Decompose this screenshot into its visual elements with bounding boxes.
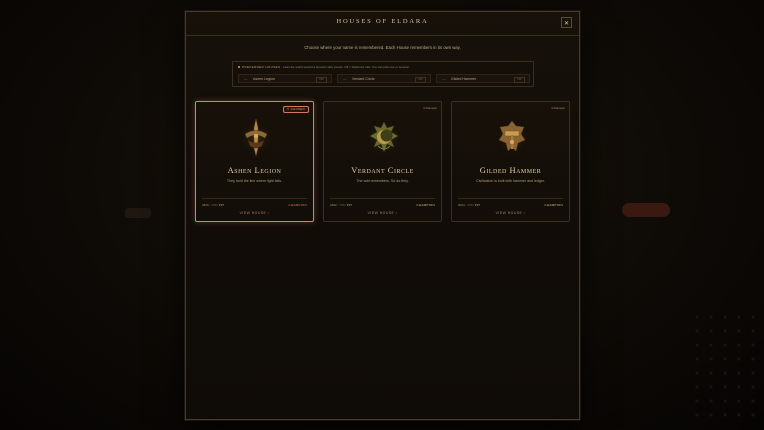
divider	[458, 198, 563, 199]
modal-title: Houses of Eldara	[336, 18, 429, 25]
view-house-link[interactable]: VIEW HOUSE ›	[196, 211, 313, 215]
bullet-icon	[238, 66, 240, 69]
pref-status-badge: OFF	[513, 77, 525, 83]
view-house-link[interactable]: VIEW HOUSE ›	[324, 211, 441, 215]
points-unit: PLT	[474, 203, 480, 207]
pref-label: Verdant Circle	[352, 77, 375, 82]
house-tier: CHAMPION	[416, 203, 435, 207]
sword-crest-icon	[237, 118, 275, 157]
house-points: 3024 / 6350 PLT	[458, 203, 480, 207]
preferred-houses-label: PREFERRED HOUSES · Lean the world toward…	[238, 65, 409, 69]
modal-header: Houses of Eldara ✕	[186, 12, 579, 36]
preferred-houses-key: PREFERRED HOUSES	[242, 65, 281, 69]
chosen-badge: ✦ CHOSEN	[282, 106, 309, 113]
house-name: Ashen Legion	[227, 165, 282, 175]
pref-toggle-ashen-legion[interactable]: — Ashen Legion OFF	[238, 74, 332, 83]
pref-toggle-verdant-circle[interactable]: — Verdant Circle OFF	[337, 74, 431, 83]
house-motto: The wild remembers. So do they.	[356, 179, 409, 183]
background-decor	[125, 208, 151, 218]
house-points: 3482 / 6350 PLT	[330, 203, 352, 207]
champion-count: 4 champion	[551, 107, 565, 110]
pref-status-badge: OFF	[315, 77, 327, 83]
preferred-houses-hint: · Lean the world toward a House's side e…	[281, 65, 410, 69]
background-button-shadow	[622, 203, 670, 217]
points-value: 3826	[202, 203, 209, 207]
houses-modal: Houses of Eldara ✕ Choose where your nam…	[185, 11, 580, 420]
hammer-crest-icon	[493, 119, 531, 157]
house-name: Verdant Circle	[351, 165, 414, 175]
points-unit: PLT	[346, 203, 352, 207]
house-card-ashen-legion[interactable]: ✦ CHOSEN Ashen Legion They hold the line…	[195, 101, 314, 222]
house-motto: They hold the line where light fails.	[226, 179, 283, 183]
points-value: 3482	[330, 203, 337, 207]
view-house-link[interactable]: VIEW HOUSE ›	[452, 211, 569, 215]
modal-subtitle: Choose where your name is remembered. Ea…	[304, 45, 461, 50]
background-pattern	[690, 310, 760, 420]
points-max: / 6350	[465, 203, 474, 207]
preferred-houses-panel: PREFERRED HOUSES · Lean the world toward…	[232, 61, 534, 87]
pref-toggle-gilded-hammer[interactable]: — Gilded Hammer OFF	[436, 74, 530, 83]
divider	[202, 198, 307, 199]
moon-crest-icon	[365, 119, 403, 157]
points-max: / 6350	[337, 203, 346, 207]
house-points: 3826 / 6350 PLT	[202, 203, 224, 207]
divider	[330, 198, 435, 199]
house-card-verdant-circle[interactable]: 3 champion Verdant Circle The wild remem…	[323, 101, 442, 222]
house-name: Gilded Hammer	[479, 165, 542, 175]
pref-label: Gilded Hammer	[451, 77, 477, 82]
house-tier: CHAMPION	[288, 203, 307, 207]
champion-count: 3 champion	[423, 107, 437, 110]
dash-icon: —	[244, 77, 248, 81]
points-value: 3024	[458, 203, 465, 207]
pref-status-badge: OFF	[414, 77, 426, 83]
close-button[interactable]: ✕	[561, 17, 572, 28]
pref-label: Ashen Legion	[253, 77, 275, 82]
dash-icon: —	[343, 77, 347, 81]
dash-icon: —	[442, 77, 446, 81]
points-unit: PLT	[218, 203, 224, 207]
points-max: / 6350	[209, 203, 218, 207]
house-motto: Civilization is built with hammer and le…	[476, 179, 545, 183]
house-card-gilded-hammer[interactable]: 4 champion Gilded Hammer Civilization is…	[451, 101, 570, 222]
house-tier: CHAMPION	[544, 203, 563, 207]
